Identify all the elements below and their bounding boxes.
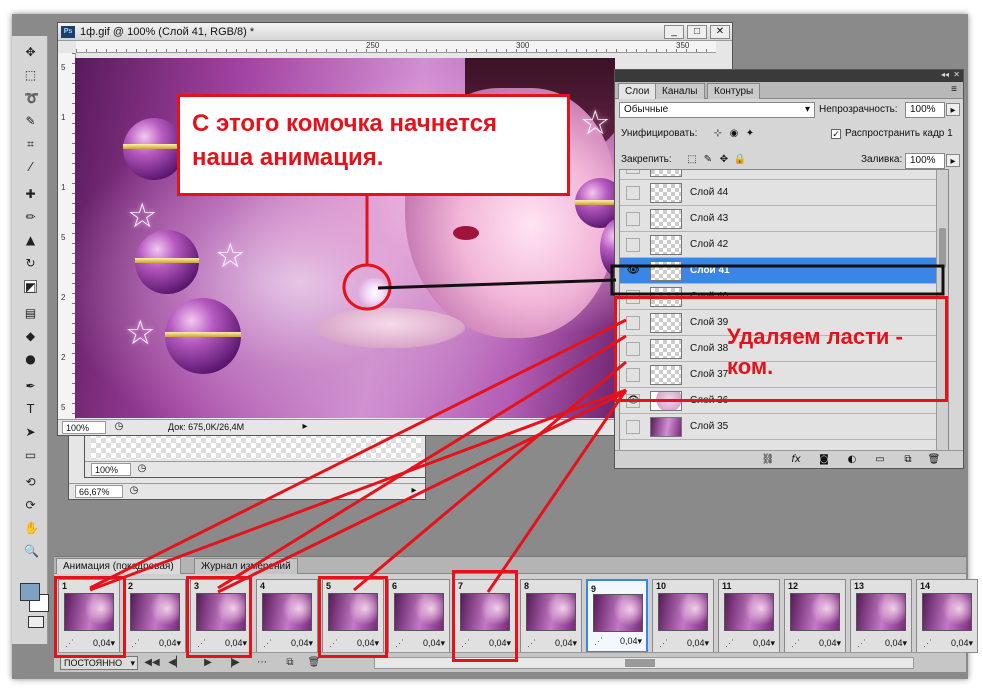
frame-highlight bbox=[452, 570, 518, 662]
arrow-to-frame-3 bbox=[217, 334, 627, 590]
active-layer-outline bbox=[610, 264, 945, 296]
arrow-to-frame-1 bbox=[89, 318, 627, 590]
annotation-delete-note: Удаляем ласти - ком. bbox=[727, 324, 903, 379]
frame-highlight bbox=[318, 576, 388, 658]
annotation-start-note: С этого комочка начнется наша анимация. bbox=[177, 94, 570, 196]
screenshot-stage: ✥ ⬚ ➰ ✎ ⌗ ⁄ ✚ ✏ ▲ ↻ ◩ ▤ ◆ ● ✒ T ➤ ▭ ⟲ ⟳ … bbox=[0, 0, 983, 694]
arrow-secondary bbox=[89, 388, 627, 592]
frame-highlight bbox=[54, 576, 126, 658]
frame-highlight bbox=[186, 576, 252, 658]
black-pointer-line bbox=[377, 278, 617, 290]
